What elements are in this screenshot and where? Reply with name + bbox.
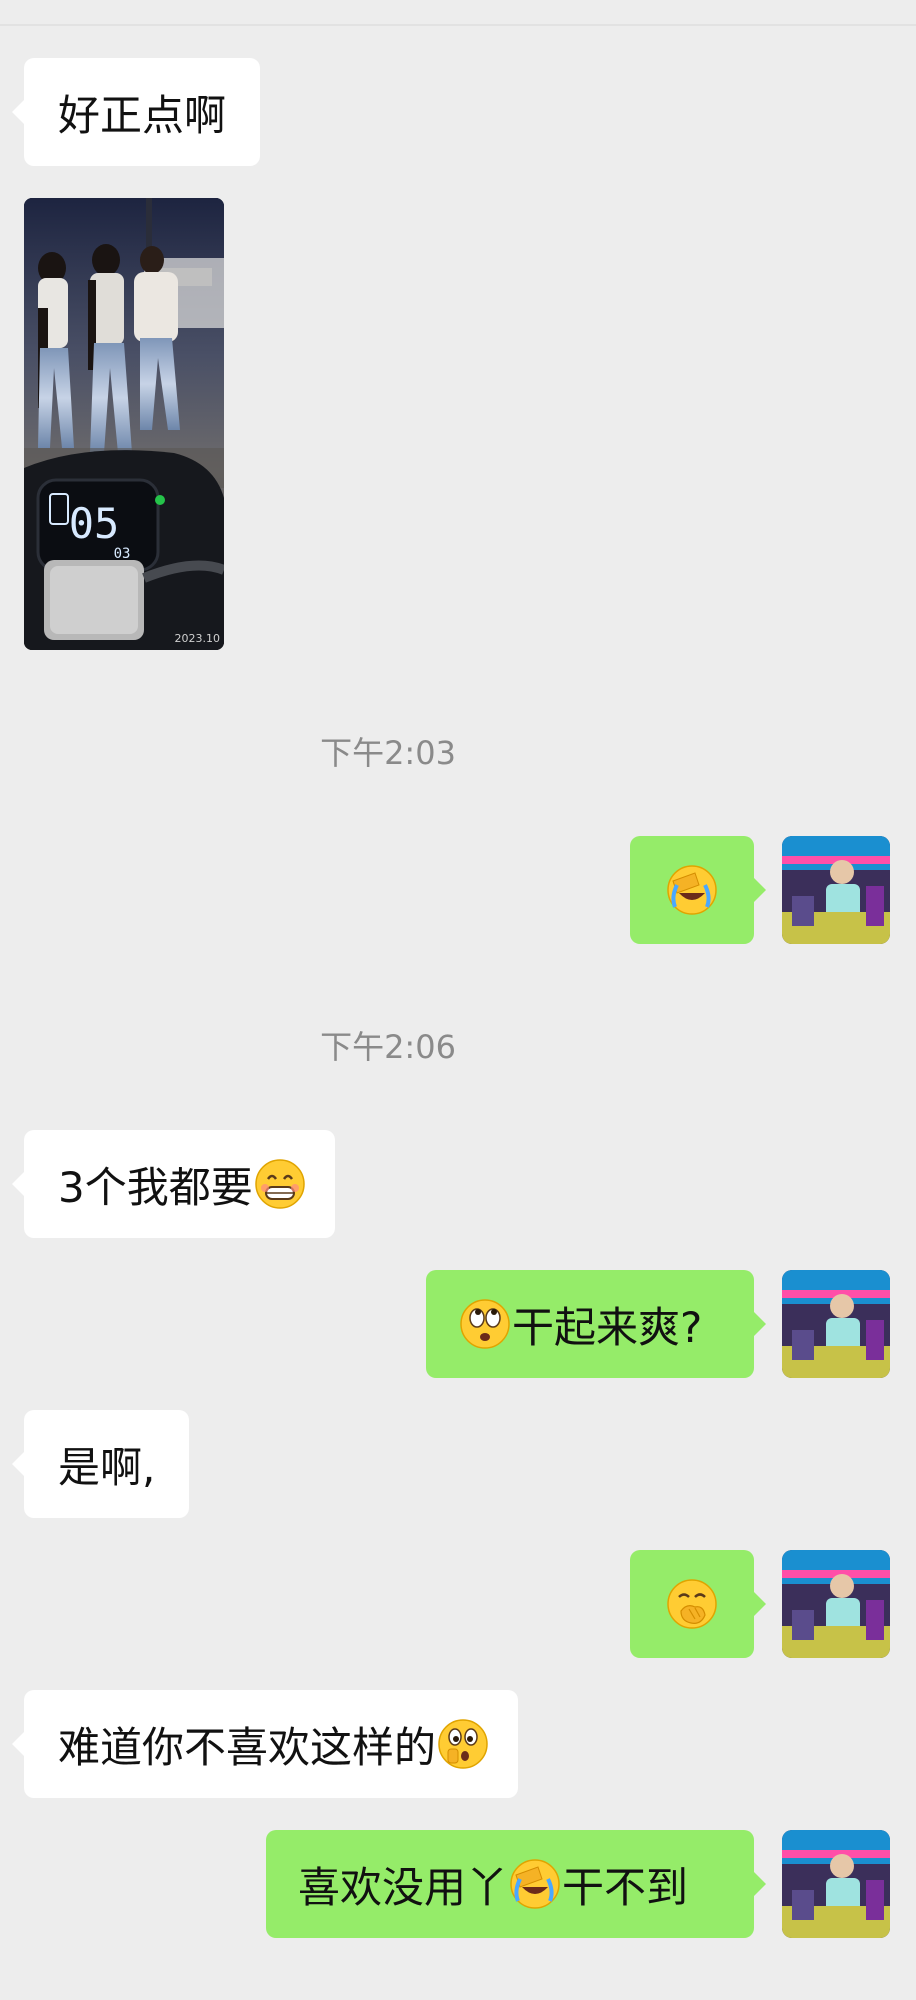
outgoing-message-bubble[interactable]: 喜欢没用丫 干不到: [266, 1830, 766, 1938]
outgoing-message-bubble[interactable]: [630, 836, 766, 944]
outgoing-message-bubble[interactable]: [630, 1550, 766, 1658]
message-text: 好正点啊: [58, 90, 227, 140]
outgoing-message-bubble[interactable]: 干起来爽?: [426, 1270, 766, 1378]
incoming-message-bubble[interactable]: 是啊,: [11, 1410, 190, 1518]
incoming-message-bubble[interactable]: 3个我都要: [12, 1130, 335, 1238]
facepalm-crying-emoji: [508, 1857, 562, 1911]
message-text: 3个我都要: [58, 1162, 253, 1212]
message-text: 是啊,: [58, 1442, 156, 1492]
incoming-message-bubble[interactable]: 好正点啊: [11, 58, 261, 166]
incoming-message-bubble[interactable]: 难道你不喜欢这样的: [11, 1690, 519, 1798]
message-text: 难道你不喜欢这样的: [58, 1722, 437, 1772]
surprised-emoji: [436, 1717, 490, 1771]
photo-watermark: 2023.10: [175, 632, 221, 645]
photo-image: 05 03 2023.10: [24, 198, 224, 650]
my-avatar[interactable]: [782, 836, 890, 944]
my-avatar[interactable]: [782, 1270, 890, 1378]
display-speed: 05: [69, 499, 120, 548]
rolling-eyes-emoji: [458, 1297, 512, 1351]
message-text: 干起来爽?: [512, 1302, 703, 1352]
timestamp: 下午2:06: [320, 1028, 456, 1066]
hand-over-mouth-emoji: [665, 1577, 719, 1631]
incoming-image-message[interactable]: 05 03 2023.10: [24, 198, 224, 650]
timestamp: 下午2:03: [320, 734, 456, 772]
top-divider: [0, 24, 916, 26]
my-avatar[interactable]: [782, 1830, 890, 1938]
facepalm-crying-emoji: [665, 863, 719, 917]
message-text: 喜欢没用丫: [298, 1862, 509, 1912]
display-gear: 03: [114, 546, 131, 562]
my-avatar[interactable]: [782, 1550, 890, 1658]
message-text: 干不到: [562, 1862, 689, 1912]
grinning-teeth-emoji: [253, 1157, 307, 1211]
